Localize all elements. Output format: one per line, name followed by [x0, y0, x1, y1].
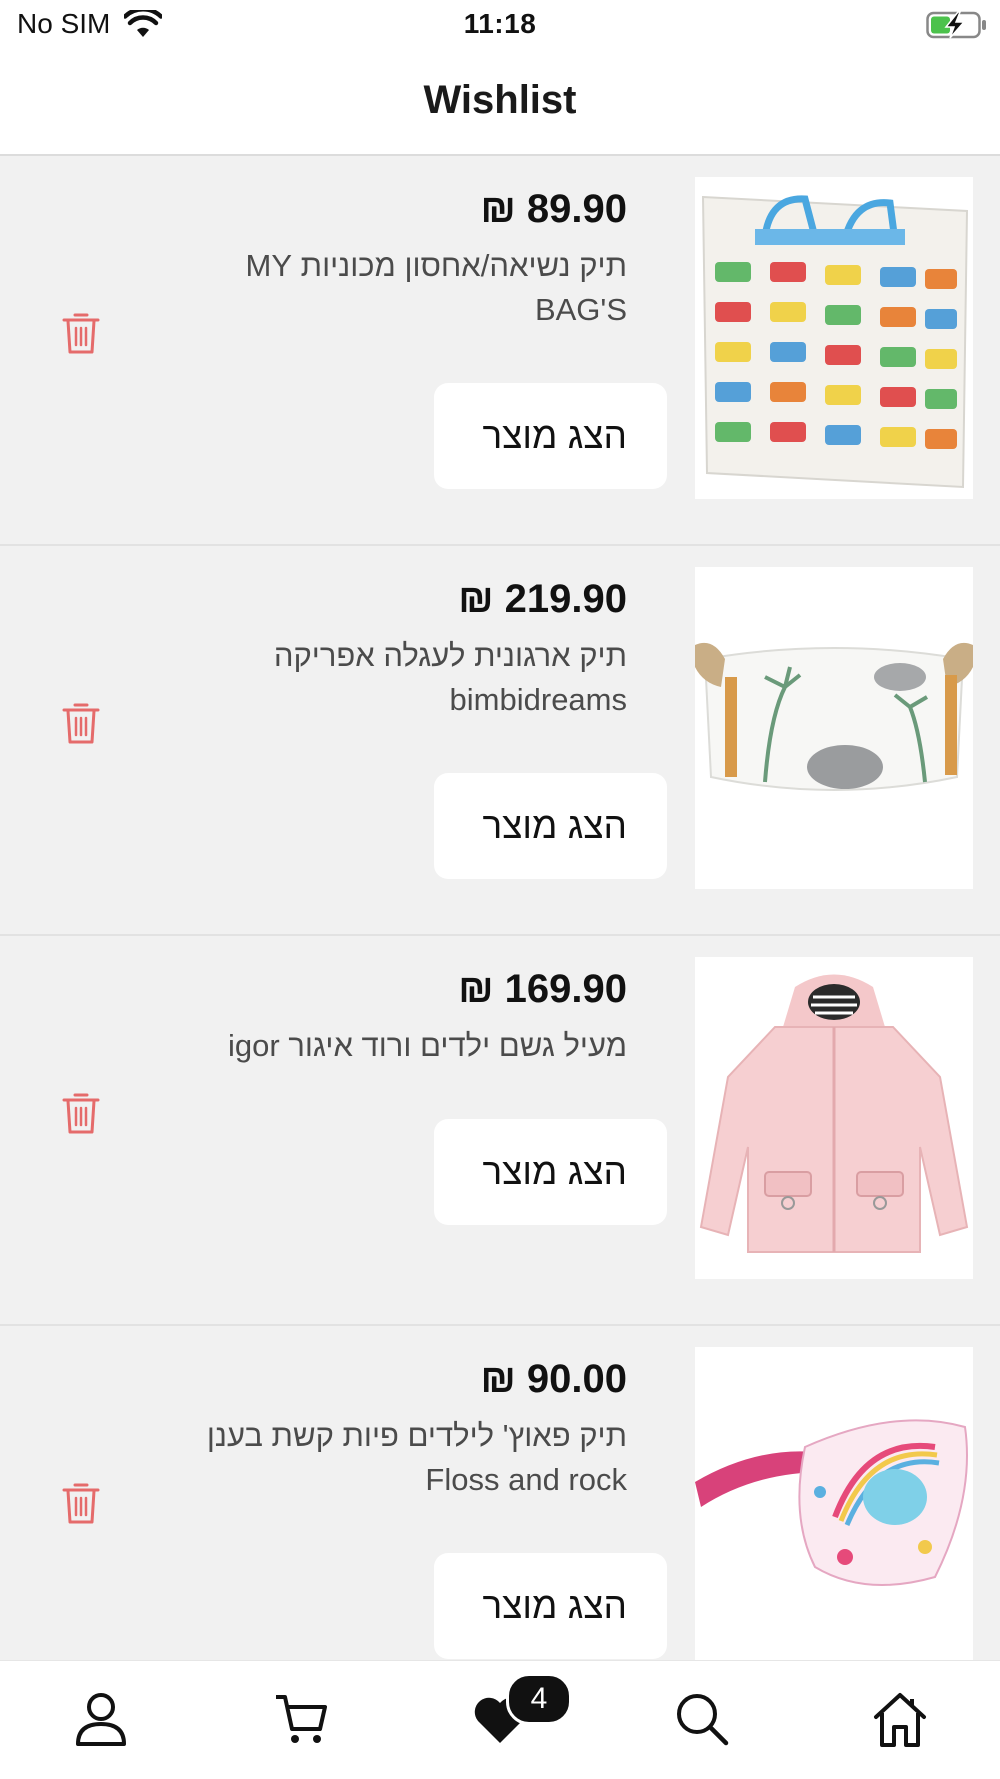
- item-name: תיק פאוץ' לילדים פיות קשת בענן Floss and…: [206, 1418, 627, 1497]
- page-title: Wishlist: [423, 78, 577, 122]
- wishlist-item: ₪ 89.90 תיק נשיאה/אחסון מכוניות MY BAG'S…: [0, 156, 1000, 546]
- search-icon[interactable]: [674, 1691, 730, 1752]
- profile-icon[interactable]: [74, 1691, 128, 1752]
- trash-icon[interactable]: [62, 311, 100, 360]
- item-name: תיק ארגונית לעגלה אפריקה bimbidreams: [273, 638, 627, 717]
- item-name: מעיל גשם ילדים ורוד איגור igor: [228, 1028, 627, 1063]
- show-product-button[interactable]: הצג מוצר: [434, 1119, 667, 1225]
- show-product-button[interactable]: הצג מוצר: [434, 383, 667, 489]
- wishlist-item: ₪ 90.00 תיק פאוץ' לילדים פיות קשת בענן F…: [0, 1326, 1000, 1660]
- wishlist-list[interactable]: ₪ 89.90 תיק נשיאה/אחסון מכוניות MY BAG'S…: [0, 156, 1000, 1660]
- cart-icon[interactable]: [274, 1691, 328, 1752]
- wishlist-item: ₪ 219.90 תיק ארגונית לעגלה אפריקה bimbid…: [0, 546, 1000, 936]
- trash-icon[interactable]: [62, 701, 100, 750]
- item-price: ₪ 169.90: [458, 967, 627, 1011]
- wishlist-item: ₪ 169.90 מעיל גשם ילדים ורוד איגור igor …: [0, 936, 1000, 1326]
- trash-icon[interactable]: [62, 1481, 100, 1530]
- item-price: ₪ 219.90: [458, 577, 627, 621]
- item-price: ₪ 89.90: [480, 187, 627, 231]
- trash-icon[interactable]: [62, 1091, 100, 1140]
- clock: 11:18: [463, 8, 537, 39]
- bus-pattern-bag-image[interactable]: [695, 177, 973, 499]
- item-name: תיק נשיאה/אחסון מכוניות MY BAG'S: [245, 248, 627, 327]
- item-price: ₪ 90.00: [480, 1357, 627, 1401]
- unicorn-pouch-image[interactable]: [695, 1347, 973, 1660]
- tab-bar: [0, 1660, 1000, 1779]
- status-bar: No SIM 11:18: [0, 0, 1000, 52]
- pink-raincoat-image[interactable]: [695, 957, 973, 1279]
- battery-charging-icon: [926, 10, 988, 45]
- navigation-bar: Wishlist: [0, 52, 1000, 156]
- safari-organizer-bag-image[interactable]: [695, 567, 973, 889]
- home-icon[interactable]: [872, 1691, 928, 1754]
- wishlist-count-badge: 4: [506, 1673, 572, 1725]
- show-product-button[interactable]: הצג מוצר: [434, 1553, 667, 1659]
- show-product-button[interactable]: הצג מוצר: [434, 773, 667, 879]
